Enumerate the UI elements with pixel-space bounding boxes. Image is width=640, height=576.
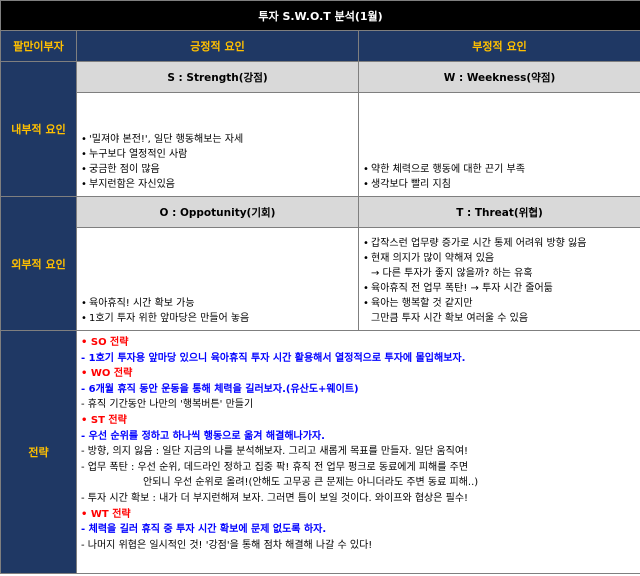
threat-list: 갑작스런 업무량 증가로 시간 통제 어려워 방향 잃음현재 의지가 많이 약해… bbox=[363, 236, 636, 326]
threat-cell: 갑작스런 업무량 증가로 시간 통제 어려워 방향 잃음현재 의지가 많이 약해… bbox=[357, 227, 640, 331]
strategy-heading: • WO 전략 bbox=[81, 368, 133, 380]
swot-table: 투자 S.W.O.T 분석(1월) 팔만이부자 긍정적 요인 부정적 요인 내부… bbox=[0, 0, 640, 574]
list-item: 현재 의지가 많이 약해져 있음 bbox=[363, 251, 636, 266]
internal-content-row: '밀져야 본전!', 일단 행동해보는 자세누구보다 열정적인 사람궁금한 점이… bbox=[1, 92, 640, 197]
strategy-line: - 나머지 위협은 일시적인 것! '강점'을 통해 점차 해결해 나갈 수 있… bbox=[81, 539, 373, 551]
header-row: 팔만이부자 긍정적 요인 부정적 요인 bbox=[0, 30, 640, 62]
internal-sub-row: 내부적 요인 S : Strength(강점) W : Weekness(약점) bbox=[0, 61, 640, 197]
list-item: 부지런함은 자신있음 bbox=[81, 177, 354, 192]
strategy-line: - 체력을 길러 휴직 중 투자 시간 확보에 문제 없도록 하자. bbox=[81, 524, 327, 536]
list-item: 생각보다 빨리 지침 bbox=[363, 177, 636, 192]
external-sub-row: 외부적 요인 O : Oppotunity(기회) T : Threat(위협) bbox=[0, 196, 640, 331]
strategy-line: - 업무 폭탄 : 우선 순위, 데드라인 정하고 집중 팍! 휴직 전 업무 … bbox=[81, 461, 469, 473]
external-content-row: 육아휴직! 시간 확보 가능1호기 투자 위한 앞마당은 만들어 놓음 갑작스런… bbox=[1, 227, 640, 331]
strategy-heading: • SO 전략 bbox=[81, 337, 129, 348]
list-item: 갑작스런 업무량 증가로 시간 통제 어려워 방향 잃음 bbox=[363, 236, 636, 251]
list-item: → 다른 투자가 좋지 않을까? 하는 유혹 bbox=[371, 268, 533, 279]
title-row: 투자 S.W.O.T 분석(1월) bbox=[0, 0, 640, 31]
strategy-cell: • SO 전략 - 1호기 투자용 앞마당 있으니 육아휴직 투자 시간 활용해… bbox=[75, 330, 640, 574]
strategy-heading: • ST 전략 bbox=[81, 414, 127, 426]
strategy-heading: • WT 전략 bbox=[81, 508, 131, 520]
weakness-list: 약한 체력으로 행동에 대한 끈기 부족생각보다 빨리 지침 bbox=[363, 162, 636, 192]
list-item: '밀져야 본전!', 일단 행동해보는 자세 bbox=[81, 132, 354, 147]
strategy-line: - 1호기 투자용 앞마당 있으니 육아휴직 투자 시간 활용해서 열정적으로 … bbox=[81, 352, 466, 364]
strategy-line: - 휴직 기간동안 나만의 '행복버튼' 만들기 bbox=[81, 399, 254, 411]
opportunity-title: O : Oppotunity(기회) bbox=[76, 196, 359, 228]
strategy-line: - 방향, 의지 잃음 : 일단 지금의 나를 분석해보자. 그리고 새롭게 목… bbox=[81, 446, 469, 458]
list-item: 육아는 행복할 것 같지만 bbox=[363, 296, 636, 311]
list-item: 육아휴직! 시간 확보 가능 bbox=[81, 296, 354, 311]
strength-cell: '밀져야 본전!', 일단 행동해보는 자세누구보다 열정적인 사람궁금한 점이… bbox=[76, 92, 359, 197]
strategy-line: - 우선 순위를 정하고 하나씩 행동으로 옮겨 해결해나가자. bbox=[81, 430, 325, 442]
external-label: 외부적 요인 bbox=[0, 196, 77, 331]
list-item: 육아휴직 전 업무 폭탄! → 투자 시간 줄어듦 bbox=[363, 281, 636, 296]
weakness-cell: 약한 체력으로 행동에 대한 끈기 부족생각보다 빨리 지침 bbox=[357, 92, 640, 197]
opportunity-cell: 육아휴직! 시간 확보 가능1호기 투자 위한 앞마당은 만들어 놓음 bbox=[76, 227, 359, 331]
list-item: 1호기 투자 위한 앞마당은 만들어 놓음 bbox=[81, 311, 354, 326]
threat-title: T : Threat(위협) bbox=[357, 196, 640, 228]
header-corner: 팔만이부자 bbox=[0, 30, 77, 62]
page-title: 투자 S.W.O.T 분석(1월) bbox=[0, 0, 640, 31]
weakness-title: W : Weekness(약점) bbox=[357, 61, 640, 93]
strategy-line: - 투자 시간 확보 : 내가 더 부지런해져 보자. 그러면 틈이 보일 것이… bbox=[81, 492, 469, 504]
strength-title: S : Strength(강점) bbox=[76, 61, 359, 93]
list-item: 약한 체력으로 행동에 대한 끈기 부족 bbox=[363, 162, 636, 177]
internal-label: 내부적 요인 bbox=[0, 61, 77, 197]
strength-list: '밀져야 본전!', 일단 행동해보는 자세누구보다 열정적인 사람궁금한 점이… bbox=[81, 132, 354, 192]
strategy-row: 전략 • SO 전략 - 1호기 투자용 앞마당 있으니 육아휴직 투자 시간 … bbox=[0, 330, 640, 574]
strategy-lines: • SO 전략 - 1호기 투자용 앞마당 있으니 육아휴직 투자 시간 활용해… bbox=[81, 335, 636, 553]
list-item: 그만큼 투자 시간 확보 여러울 수 있음 bbox=[371, 313, 529, 324]
strategy-line: 안되니 우선 순위로 올려!(안해도 고무공 큰 문제는 아니더라도 주변 동료… bbox=[143, 477, 479, 489]
list-item: 궁금한 점이 많음 bbox=[81, 162, 354, 177]
header-negative: 부정적 요인 bbox=[357, 30, 640, 62]
header-positive: 긍정적 요인 bbox=[76, 30, 359, 62]
opportunity-list: 육아휴직! 시간 확보 가능1호기 투자 위한 앞마당은 만들어 놓음 bbox=[81, 296, 354, 326]
strategy-label: 전략 bbox=[0, 330, 77, 574]
strategy-line: - 6개월 휴직 동안 운동을 통해 체력을 길러보자.(유산도+웨이트) bbox=[81, 383, 359, 395]
list-item: 누구보다 열정적인 사람 bbox=[81, 147, 354, 162]
